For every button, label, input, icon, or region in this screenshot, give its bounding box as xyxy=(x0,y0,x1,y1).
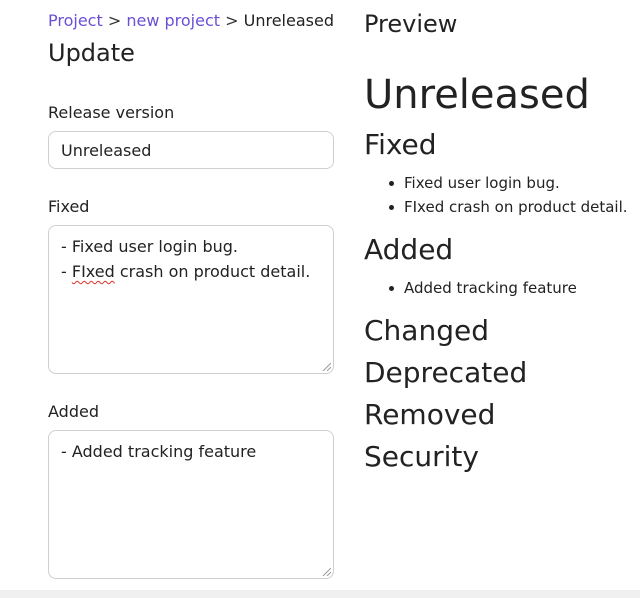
page-title: Update xyxy=(48,39,135,67)
added-textarea[interactable]: - Added tracking feature xyxy=(48,430,334,579)
list-item: FIxed crash on product detail. xyxy=(364,195,628,219)
fixed-textarea-line: - FIxed crash on product detail. xyxy=(61,259,321,284)
preview-section-security: Security xyxy=(364,440,479,473)
breadcrumb-current: Unreleased xyxy=(243,11,334,30)
release-version-input[interactable] xyxy=(48,131,334,169)
resize-handle-icon[interactable] xyxy=(321,361,331,371)
preview-fixed-list: Fixed user login bug. FIxed crash on pro… xyxy=(364,171,628,219)
preview-added-list: Added tracking feature xyxy=(364,276,577,300)
preview-section-deprecated: Deprecated xyxy=(364,356,528,389)
fixed-textarea[interactable]: - Fixed user login bug. - FIxed crash on… xyxy=(48,225,334,374)
added-label: Added xyxy=(48,402,99,421)
breadcrumb-separator: > xyxy=(107,11,122,30)
breadcrumb-project-link[interactable]: Project xyxy=(48,11,103,30)
preview-section-added: Added xyxy=(364,233,454,266)
preview-section-changed: Changed xyxy=(364,314,489,347)
fixed-textarea-line: - Fixed user login bug. xyxy=(61,237,238,256)
added-textarea-line: - Added tracking feature xyxy=(61,442,257,461)
bottom-strip xyxy=(0,590,640,598)
preview-release-title: Unreleased xyxy=(364,72,590,118)
preview-heading: Preview xyxy=(364,10,458,38)
list-item: Fixed user login bug. xyxy=(364,171,628,195)
release-version-label: Release version xyxy=(48,103,175,122)
preview-section-removed: Removed xyxy=(364,398,496,431)
breadcrumb: Project > new project > Unreleased xyxy=(48,11,334,30)
fixed-textarea-rest: crash on product detail. xyxy=(114,262,311,281)
breadcrumb-separator: > xyxy=(225,11,239,30)
resize-handle-icon[interactable] xyxy=(321,566,331,576)
page: Project > new project > Unreleased Updat… xyxy=(0,0,640,598)
list-item: Added tracking feature xyxy=(364,276,577,300)
preview-section-fixed: Fixed xyxy=(364,128,437,161)
fixed-textarea-dash: - xyxy=(61,262,72,281)
fixed-label: Fixed xyxy=(48,197,90,216)
breadcrumb-new-project-link[interactable]: new project xyxy=(126,11,220,30)
misspelled-word: FIxed xyxy=(71,262,115,281)
